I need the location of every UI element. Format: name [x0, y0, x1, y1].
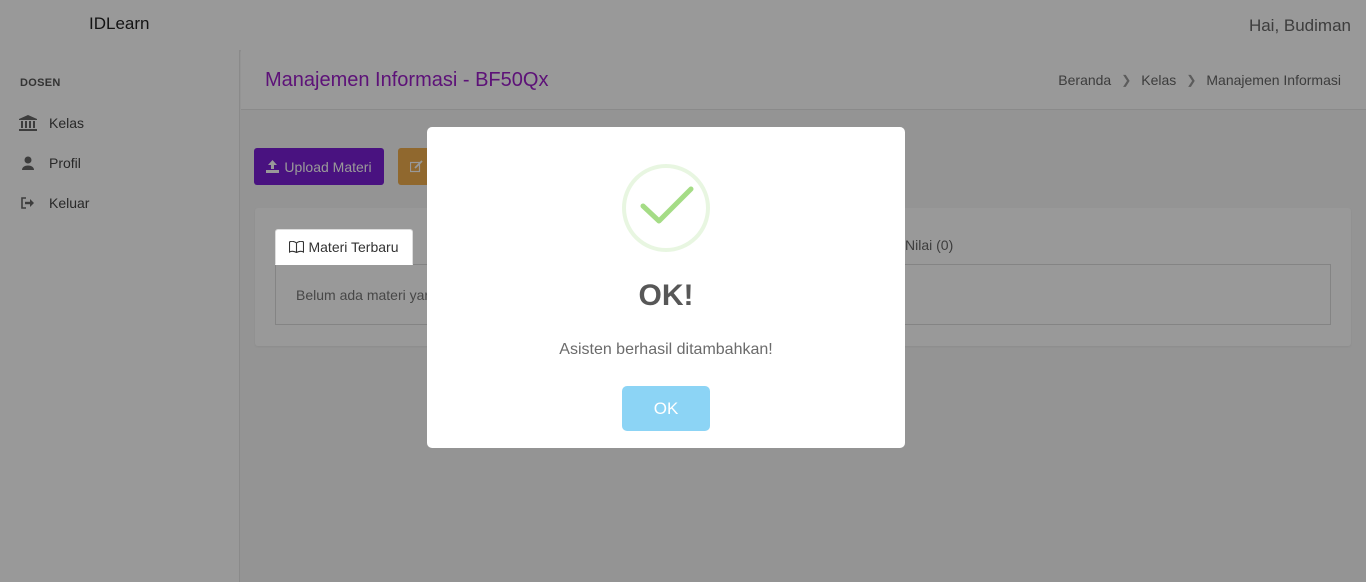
ok-button[interactable]: OK — [622, 386, 710, 431]
tab-label: Materi Terbaru — [308, 239, 399, 255]
book-icon — [289, 241, 305, 253]
success-dialog: OK! Asisten berhasil ditambahkan! OK — [427, 127, 905, 448]
checkmark-icon — [640, 186, 694, 224]
tab-materi-terbaru[interactable]: Materi Terbaru — [275, 229, 413, 265]
dialog-title: OK! — [638, 279, 694, 312]
success-icon-ring — [622, 164, 710, 252]
dialog-message: Asisten berhasil ditambahkan! — [559, 341, 773, 358]
